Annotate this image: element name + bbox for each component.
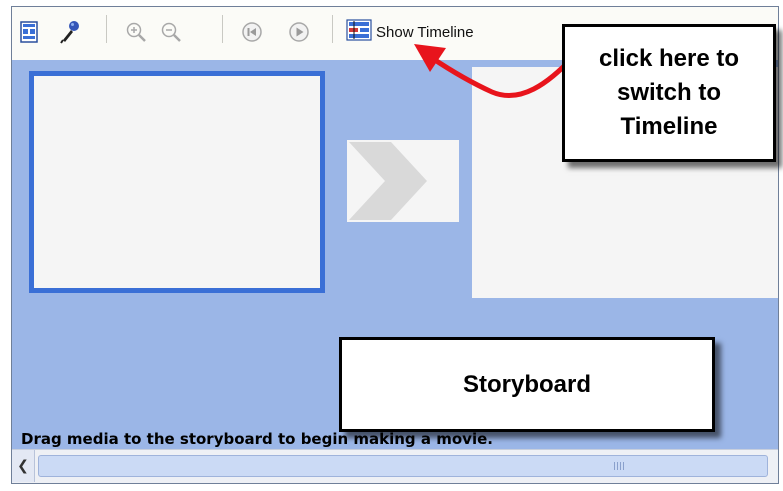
storyboard-icon[interactable] [17,19,41,45]
chevron-left-icon: ❮ [17,458,29,474]
toolbar-separator [106,15,107,43]
toolbar-separator [222,15,223,43]
timeline-callout: click here to switch to Timeline [562,24,776,162]
narrate-icon[interactable] [58,19,82,45]
transition-arrow-icon [349,142,427,220]
zoom-out-icon[interactable] [159,19,183,45]
zoom-in-icon[interactable] [124,19,148,45]
storyboard-hint: Drag media to the storyboard to begin ma… [21,430,493,448]
scroll-thumb[interactable] [38,455,768,477]
show-timeline-label: Show Timeline [376,23,474,41]
callout-line: switch to [616,79,721,106]
toolbar-separator [332,15,333,43]
scroll-left-button[interactable]: ❮ [12,450,35,482]
timeline-icon [346,19,372,45]
transition-slot[interactable] [347,140,459,222]
show-timeline-button[interactable]: Show Timeline [346,19,474,45]
storyboard-slot-selected[interactable] [29,71,325,293]
storyboard-callout-label: Storyboard [462,370,591,398]
scroll-grip [614,462,624,470]
rewind-icon[interactable] [240,19,264,45]
play-icon[interactable] [287,19,311,45]
callout-line: Timeline [620,113,718,140]
callout-line: click here to [598,45,740,72]
storyboard-callout: Storyboard [339,337,715,432]
horizontal-scrollbar[interactable]: ❮ [12,449,778,483]
